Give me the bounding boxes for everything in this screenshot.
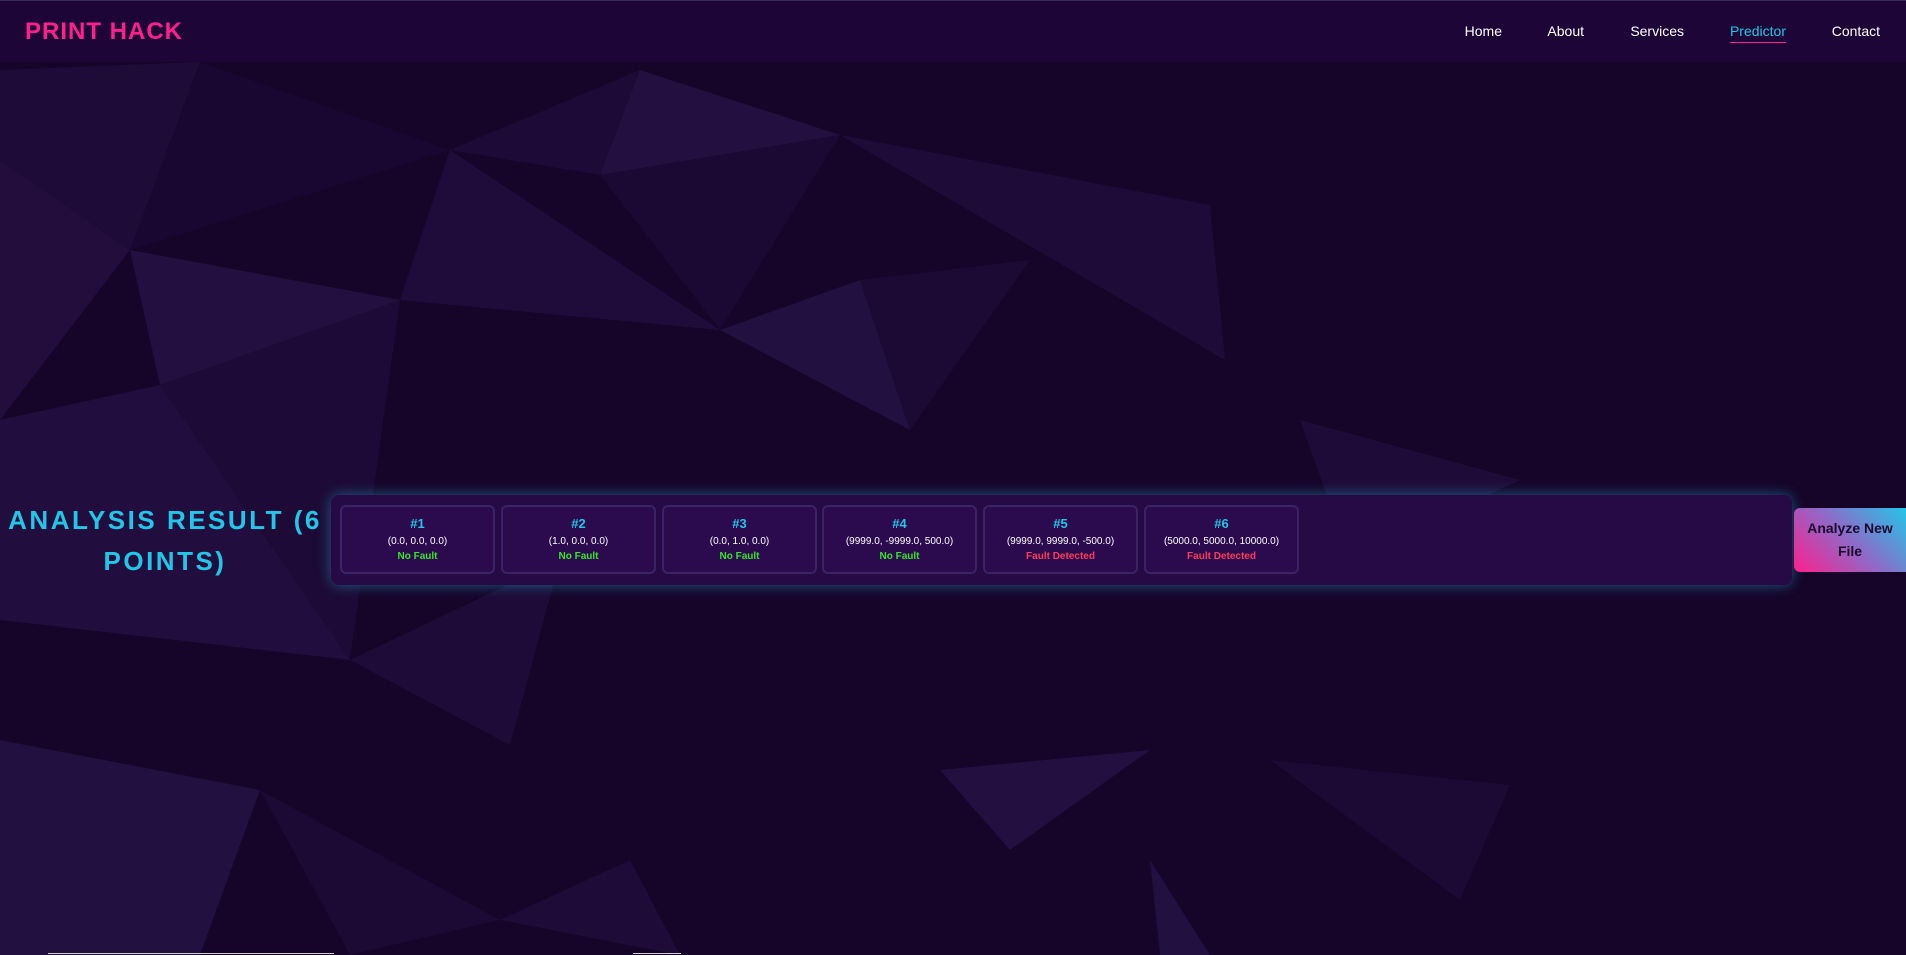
point-status: No Fault [397, 551, 438, 562]
nav-contact-link[interactable]: Contact [1832, 23, 1880, 39]
point-status: No Fault [719, 551, 760, 562]
point-card: #3 (0.0, 1.0, 0.0) No Fault [662, 505, 817, 574]
point-coords: (1.0, 0.0, 0.0) [548, 536, 609, 547]
nav-about-link[interactable]: About [1547, 23, 1584, 39]
top-navbar: PRINT HACK Home About Services Predictor… [0, 0, 1906, 62]
point-status: Fault Detected [1187, 551, 1256, 562]
brand-logo[interactable]: PRINT HACK [25, 18, 183, 46]
analyze-new-file-button[interactable]: Analyze New File [1794, 508, 1906, 572]
point-status: No Fault [558, 551, 599, 562]
point-id: #2 [571, 516, 586, 531]
point-coords: (9999.0, 9999.0, -500.0) [1006, 536, 1115, 547]
point-card: #1 (0.0, 0.0, 0.0) No Fault [340, 505, 495, 574]
point-id: #5 [1053, 516, 1068, 531]
point-coords: (5000.0, 5000.0, 10000.0) [1163, 536, 1280, 547]
nav-services-link[interactable]: Services [1630, 23, 1684, 39]
nav-predictor-link[interactable]: Predictor [1729, 23, 1786, 43]
point-status: Fault Detected [1026, 551, 1095, 562]
point-coords: (0.0, 0.0, 0.0) [387, 536, 448, 547]
point-id: #1 [410, 516, 425, 531]
point-status: No Fault [879, 551, 920, 562]
point-card: #4 (9999.0, -9999.0, 500.0) No Fault [822, 505, 977, 574]
point-card: #2 (1.0, 0.0, 0.0) No Fault [501, 505, 656, 574]
points-panel: #1 (0.0, 0.0, 0.0) No Fault #2 (1.0, 0.0… [331, 495, 1792, 585]
point-id: #6 [1214, 516, 1229, 531]
analysis-result-title: ANALYSIS RESULT (6 POINTS) [8, 505, 322, 576]
point-id: #3 [732, 516, 747, 531]
low-poly-background [0, 0, 1906, 955]
nav-home-link[interactable]: Home [1465, 23, 1502, 39]
point-id: #4 [892, 516, 907, 531]
point-card: #5 (9999.0, 9999.0, -500.0) Fault Detect… [983, 505, 1138, 574]
point-card: #6 (5000.0, 5000.0, 10000.0) Fault Detec… [1144, 505, 1299, 574]
point-coords: (9999.0, -9999.0, 500.0) [845, 536, 954, 547]
point-coords: (0.0, 1.0, 0.0) [709, 536, 770, 547]
